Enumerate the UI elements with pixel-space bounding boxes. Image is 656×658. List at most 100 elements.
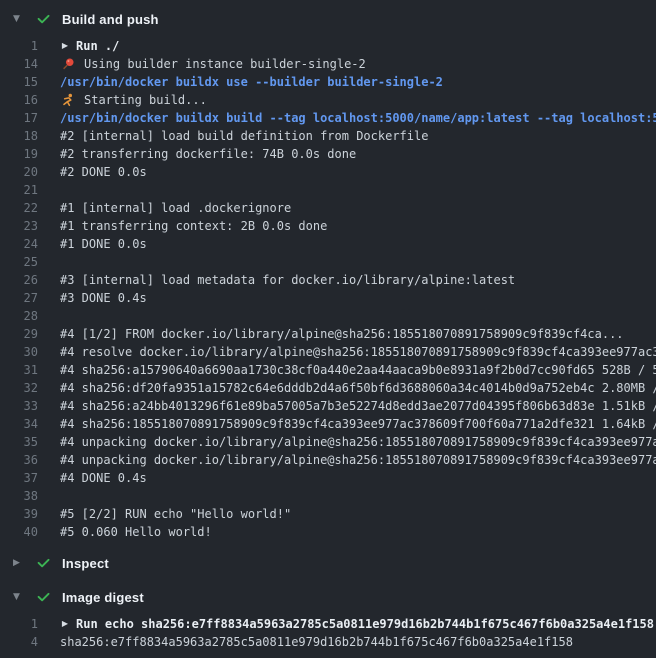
log-line: 15/usr/bin/docker buildx use --builder b… bbox=[0, 73, 656, 91]
log-line: 40 #5 0.060 Hello world! bbox=[0, 523, 656, 541]
line-number[interactable]: 29 bbox=[0, 325, 38, 343]
log-line: 30 #4 resolve docker.io/library/alpine@sh… bbox=[0, 343, 656, 361]
line-content: sha256:e7ff8834a5963a2785c5a0811e979d16b… bbox=[60, 633, 573, 651]
line-content: #2 transferring dockerfile: 74B 0.0s don… bbox=[60, 145, 356, 163]
log-line: 33 #4 sha256:a24bb4013296f61e89ba57005a7b… bbox=[0, 397, 656, 415]
line-number[interactable]: 26 bbox=[0, 271, 38, 289]
log-text: #4 sha256:a15790640a6690aa1730c38cf0a440… bbox=[60, 361, 656, 379]
log-text: #3 DONE 0.4s bbox=[60, 289, 147, 307]
log-text: #1 [internal] load .dockerignore bbox=[60, 199, 291, 217]
line-number[interactable]: 34 bbox=[0, 415, 38, 433]
line-number[interactable]: 25 bbox=[0, 253, 38, 271]
line-number[interactable]: 35 bbox=[0, 433, 38, 451]
check-icon bbox=[36, 556, 62, 571]
line-number[interactable]: 27 bbox=[0, 289, 38, 307]
line-number[interactable]: 37 bbox=[0, 469, 38, 487]
line-number[interactable]: 18 bbox=[0, 127, 38, 145]
line-number[interactable]: 16 bbox=[0, 91, 38, 109]
line-content: #1 transferring context: 2B 0.0s done bbox=[60, 217, 327, 235]
log-line: 27 #3 DONE 0.4s bbox=[0, 289, 656, 307]
line-content: #3 DONE 0.4s bbox=[60, 289, 147, 307]
line-content: #5 0.060 Hello world! bbox=[60, 523, 212, 541]
line-content: #4 resolve docker.io/library/alpine@sha2… bbox=[60, 343, 656, 361]
log-text: #4 DONE 0.4s bbox=[60, 469, 147, 487]
line-number[interactable]: 20 bbox=[0, 163, 38, 181]
log-line: 1 ▶ Run echo sha256:e7ff8834a5963a2785c5a0… bbox=[0, 615, 656, 633]
section-header-image-digest[interactable]: ▼ Image digest bbox=[0, 584, 656, 610]
line-content: #2 DONE 0.0s bbox=[60, 163, 147, 181]
log-text: #3 [internal] load metadata for docker.i… bbox=[60, 271, 515, 289]
line-number[interactable]: 19 bbox=[0, 145, 38, 163]
log-line: 14Using builder instance builder-single-… bbox=[0, 55, 656, 73]
line-number[interactable]: 30 bbox=[0, 343, 38, 361]
log-line: 24 #1 DONE 0.0s bbox=[0, 235, 656, 253]
log-line: 21 bbox=[0, 181, 656, 199]
line-number[interactable]: 1 bbox=[0, 37, 38, 55]
line-content: /usr/bin/docker buildx build --tag local… bbox=[60, 109, 656, 127]
line-content: ▶ Run ./ bbox=[60, 37, 119, 55]
log-text: /usr/bin/docker buildx build --tag local… bbox=[60, 109, 656, 127]
log-text: #2 transferring dockerfile: 74B 0.0s don… bbox=[60, 145, 356, 163]
log-block-build-and-push: 1 ▶ Run ./14Using builder instance builder… bbox=[0, 37, 656, 541]
line-content: #4 unpacking docker.io/library/alpine@sh… bbox=[60, 433, 656, 451]
log-text: /usr/bin/docker buildx use --builder bui… bbox=[60, 73, 443, 91]
line-number[interactable]: 40 bbox=[0, 523, 38, 541]
line-content: #3 [internal] load metadata for docker.i… bbox=[60, 271, 515, 289]
line-number[interactable]: 22 bbox=[0, 199, 38, 217]
caret-right-icon: ▶ bbox=[13, 559, 36, 568]
line-number[interactable]: 32 bbox=[0, 379, 38, 397]
check-icon bbox=[36, 12, 62, 27]
log-line: 38 bbox=[0, 487, 656, 505]
log-text: Run ./ bbox=[76, 37, 119, 55]
log-line: 20 #2 DONE 0.0s bbox=[0, 163, 656, 181]
line-number[interactable]: 4 bbox=[0, 633, 38, 651]
log-line: 26 #3 [internal] load metadata for docker… bbox=[0, 271, 656, 289]
line-content: #4 sha256:df20fa9351a15782c64e6dddb2d4a6… bbox=[60, 379, 656, 397]
log-text: sha256:e7ff8834a5963a2785c5a0811e979d16b… bbox=[60, 633, 573, 651]
section-title: Image digest bbox=[62, 590, 144, 605]
line-content: #4 sha256:a24bb4013296f61e89ba57005a7b3e… bbox=[60, 397, 656, 415]
section-title: Inspect bbox=[62, 556, 109, 571]
line-number[interactable]: 24 bbox=[0, 235, 38, 253]
caret-down-icon: ▼ bbox=[13, 15, 36, 24]
line-number[interactable]: 1 bbox=[0, 615, 38, 633]
line-number[interactable]: 17 bbox=[0, 109, 38, 127]
line-number[interactable]: 21 bbox=[0, 181, 38, 199]
log-text: #4 unpacking docker.io/library/alpine@sh… bbox=[60, 433, 656, 451]
log-text: #4 sha256:a24bb4013296f61e89ba57005a7b3e… bbox=[60, 397, 656, 415]
log-text: Run echo sha256:e7ff8834a5963a2785c5a081… bbox=[76, 615, 654, 633]
log-text: Starting build... bbox=[84, 91, 207, 109]
line-content: /usr/bin/docker buildx use --builder bui… bbox=[60, 73, 443, 91]
workflow-log: ▼Build and push 1 ▶ Run ./14Using builder i… bbox=[0, 0, 656, 651]
log-line: 36#4 unpacking docker.io/library/alpine@… bbox=[0, 451, 656, 469]
line-number[interactable]: 39 bbox=[0, 505, 38, 523]
log-line: 25 bbox=[0, 253, 656, 271]
log-line: 23 #1 transferring context: 2B 0.0s done bbox=[0, 217, 656, 235]
runner-icon bbox=[60, 93, 75, 108]
line-content: #4 DONE 0.4s bbox=[60, 469, 147, 487]
log-line: 28 bbox=[0, 307, 656, 325]
play-icon[interactable]: ▶ bbox=[60, 615, 70, 633]
line-content: #4 [1/2] FROM docker.io/library/alpine@s… bbox=[60, 325, 624, 343]
caret-down-icon: ▼ bbox=[13, 593, 36, 602]
log-line: 18#2 [internal] load build definition fr… bbox=[0, 127, 656, 145]
log-text: #5 0.060 Hello world! bbox=[60, 523, 212, 541]
log-line: 39#5 [2/2] RUN echo "Hello world!" bbox=[0, 505, 656, 523]
line-number[interactable]: 14 bbox=[0, 55, 38, 73]
log-text: #1 DONE 0.0s bbox=[60, 235, 147, 253]
section-header-inspect[interactable]: ▶ Inspect bbox=[0, 550, 656, 576]
line-number[interactable]: 31 bbox=[0, 361, 38, 379]
line-number[interactable]: 38 bbox=[0, 487, 38, 505]
log-text: #1 transferring context: 2B 0.0s done bbox=[60, 217, 327, 235]
section-header-build-and-push[interactable]: ▼Build and push bbox=[0, 6, 656, 32]
line-number[interactable]: 36 bbox=[0, 451, 38, 469]
log-text: #4 sha256:185518070891758909c9f839cf4ca3… bbox=[60, 415, 656, 433]
play-icon[interactable]: ▶ bbox=[60, 37, 70, 55]
line-number[interactable]: 33 bbox=[0, 397, 38, 415]
line-content: Starting build... bbox=[60, 91, 207, 109]
pushpin-icon bbox=[60, 57, 75, 72]
line-number[interactable]: 23 bbox=[0, 217, 38, 235]
line-number[interactable]: 28 bbox=[0, 307, 38, 325]
line-number[interactable]: 15 bbox=[0, 73, 38, 91]
log-line: 19 #2 transferring dockerfile: 74B 0.0s d… bbox=[0, 145, 656, 163]
